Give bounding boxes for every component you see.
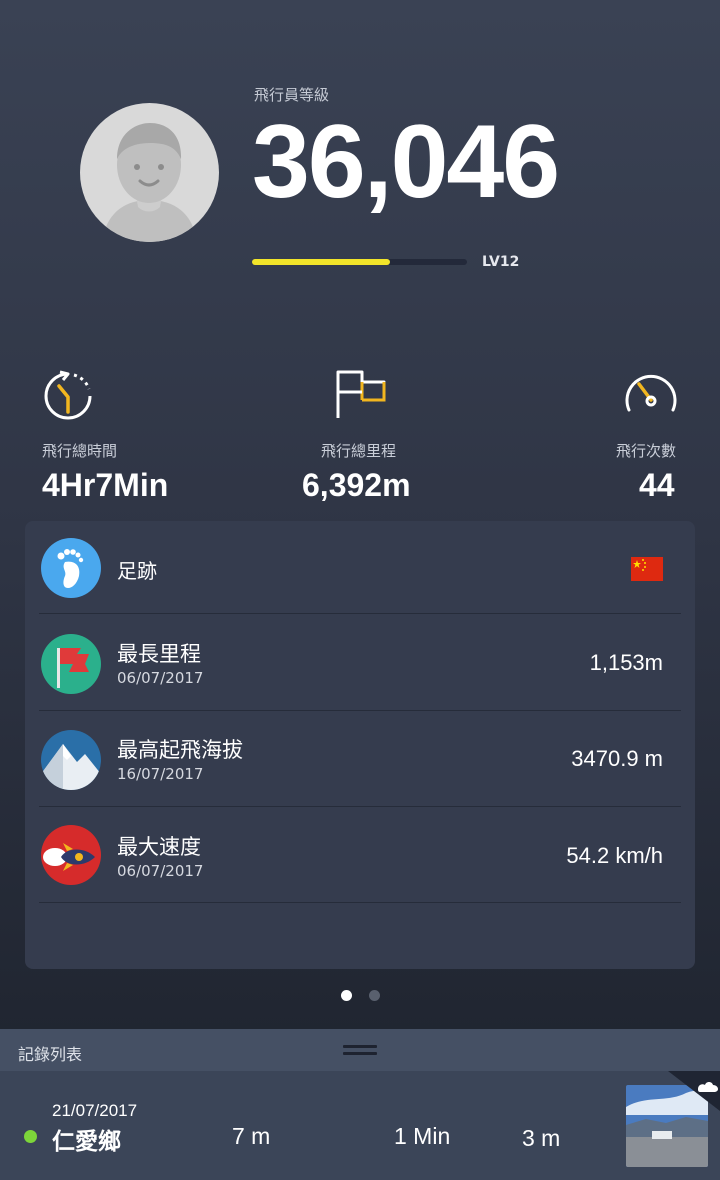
mountain-icon [41, 730, 101, 790]
pilot-score: 36,046 [252, 104, 560, 220]
record-fastest-row[interactable]: 最大速度 06/07/2017 54.2 km/h [39, 808, 681, 903]
record-fastest-date: 06/07/2017 [117, 862, 204, 880]
record-longest-title: 最長里程 [117, 642, 201, 666]
records-list-title: 記錄列表 [18, 1045, 83, 1064]
pager-dot-1[interactable] [341, 990, 352, 1001]
record-fastest-value: 54.2 km/h [566, 843, 663, 868]
stat-total-time-label: 飛行總時間 [42, 442, 118, 460]
timer-icon [44, 370, 92, 420]
list-item-altitude: 3 m [522, 1125, 561, 1151]
level-progress-bar [252, 259, 467, 265]
stat-flight-count-value: 44 [639, 467, 675, 503]
rocket-icon [41, 825, 101, 885]
stat-total-distance-label: 飛行總里程 [321, 442, 397, 460]
drag-handle-icon[interactable] [343, 1045, 377, 1057]
stat-flight-count-label: 飛行次數 [616, 442, 677, 460]
record-longest-date: 06/07/2017 [117, 669, 204, 687]
speedometer-icon [625, 374, 677, 412]
record-highest-value: 3470.9 m [571, 746, 663, 771]
pager-dot-2[interactable] [369, 990, 380, 1001]
record-fastest-title: 最大速度 [117, 835, 201, 859]
record-highest-date: 16/07/2017 [117, 765, 204, 783]
stat-total-distance-value: 6,392m [302, 467, 411, 503]
avatar-person-icon [102, 123, 197, 242]
list-item[interactable]: 21/07/2017 仁愛鄉 7 m 1 Min 3 m [0, 1071, 720, 1180]
red-flag-icon [41, 634, 101, 694]
stat-total-time [38, 366, 98, 430]
records-list-header[interactable]: 記錄列表 [0, 1029, 720, 1071]
record-longest-row[interactable]: 最長里程 06/07/2017 1,153m [39, 615, 681, 711]
level-progress-fill [252, 259, 390, 265]
footprint-icon [41, 538, 101, 598]
pilot-avatar[interactable] [80, 103, 219, 242]
record-highest-row[interactable]: 最高起飛海拔 16/07/2017 3470.9 m [39, 712, 681, 807]
record-longest-value: 1,153m [589, 650, 663, 675]
stat-total-distance [332, 366, 392, 430]
list-item-date: 21/07/2017 [52, 1101, 138, 1120]
china-flag-icon [631, 557, 663, 585]
level-label: LV12 [482, 254, 520, 270]
list-item-distance: 7 m [232, 1123, 271, 1149]
stat-flight-count [621, 366, 681, 430]
pilot-level-label: 飛行員等級 [254, 86, 330, 104]
records-card: 足跡 最長里程 06/07/2017 1,153m 最高起飛海拔 16/07/2… [25, 521, 695, 969]
status-dot [24, 1130, 37, 1143]
record-footprint-row[interactable]: 足跡 [39, 521, 681, 614]
cloud-upload-icon [668, 1071, 720, 1111]
record-footprint-title: 足跡 [117, 559, 157, 583]
flag-icon [336, 370, 386, 418]
record-highest-title: 最高起飛海拔 [117, 738, 243, 762]
list-item-place: 仁愛鄉 [52, 1128, 121, 1154]
stat-total-time-value: 4Hr7Min [42, 467, 169, 503]
list-item-duration: 1 Min [394, 1123, 451, 1149]
